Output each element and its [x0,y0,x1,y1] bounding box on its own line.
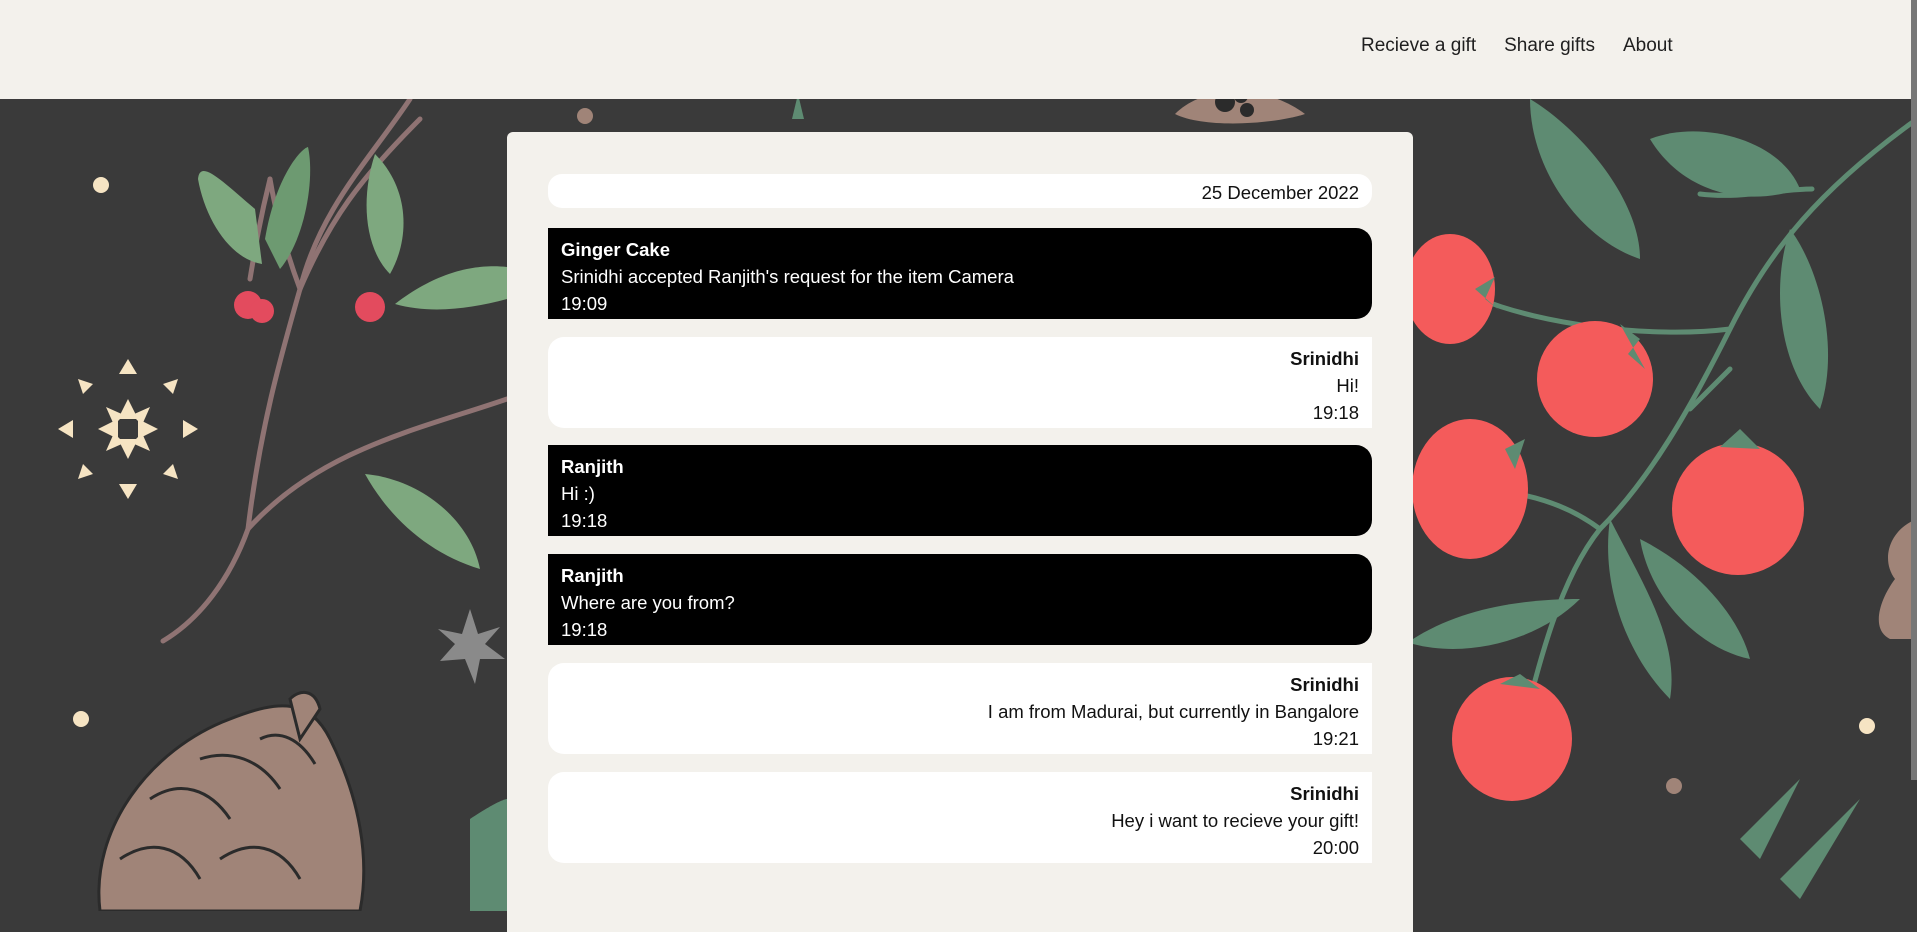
chat-message-system: Ginger Cake Srinidhi accepted Ranjith's … [548,228,1372,319]
chat-message-outgoing: Srinidhi I am from Madurai, but currentl… [548,663,1372,754]
message-sender: Srinidhi [1290,783,1359,804]
leaf-corner-decoration [470,799,507,911]
top-navigation-bar: Recieve a gift Share gifts About [0,0,1917,99]
nav-link-share-gifts[interactable]: Share gifts [1504,35,1595,57]
message-text: Srinidhi accepted Ranjith's request for … [561,266,1014,287]
decor-dot [1859,718,1875,734]
message-time: 19:18 [561,619,608,640]
chat-message-incoming: Ranjith Where are you from? 19:18 [548,554,1372,645]
chat-message-outgoing: Srinidhi Hey i want to recieve your gift… [548,772,1372,863]
message-text: Where are you from? [561,592,735,613]
chat-message-incoming: Ranjith Hi :) 19:18 [548,445,1372,536]
decor-dot [93,177,109,193]
message-sender: Srinidhi [1290,674,1359,695]
message-text: I am from Madurai, but currently in Bang… [987,701,1359,722]
message-sender: Ranjith [561,565,624,586]
message-time: 19:21 [1312,728,1359,749]
message-time: 19:18 [1312,402,1359,423]
message-sender: Srinidhi [1290,348,1359,369]
message-time: 20:00 [1312,837,1359,858]
chat-message-outgoing: Srinidhi Hi! 19:18 [548,337,1372,428]
decor-dot [73,711,89,727]
message-text: Hi :) [561,483,595,504]
message-text: Hi! [1336,375,1359,396]
chat-date-header: 25 December 2022 [548,174,1372,208]
chat-panel: 25 December 2022 Ginger Cake Srinidhi ac… [507,132,1413,932]
page-scrollbar[interactable] [1911,0,1917,780]
message-time: 19:18 [561,510,608,531]
message-sender: Ginger Cake [561,239,670,260]
message-sender: Ranjith [561,456,624,477]
decor-dot [1666,778,1682,794]
nav-link-about[interactable]: About [1623,35,1673,57]
nav-link-receive-gift[interactable]: Recieve a gift [1361,35,1476,57]
message-text: Hey i want to recieve your gift! [1111,810,1359,831]
main-nav: Recieve a gift Share gifts About [1361,35,1673,57]
decor-dot [577,108,593,124]
message-time: 19:09 [561,293,608,314]
